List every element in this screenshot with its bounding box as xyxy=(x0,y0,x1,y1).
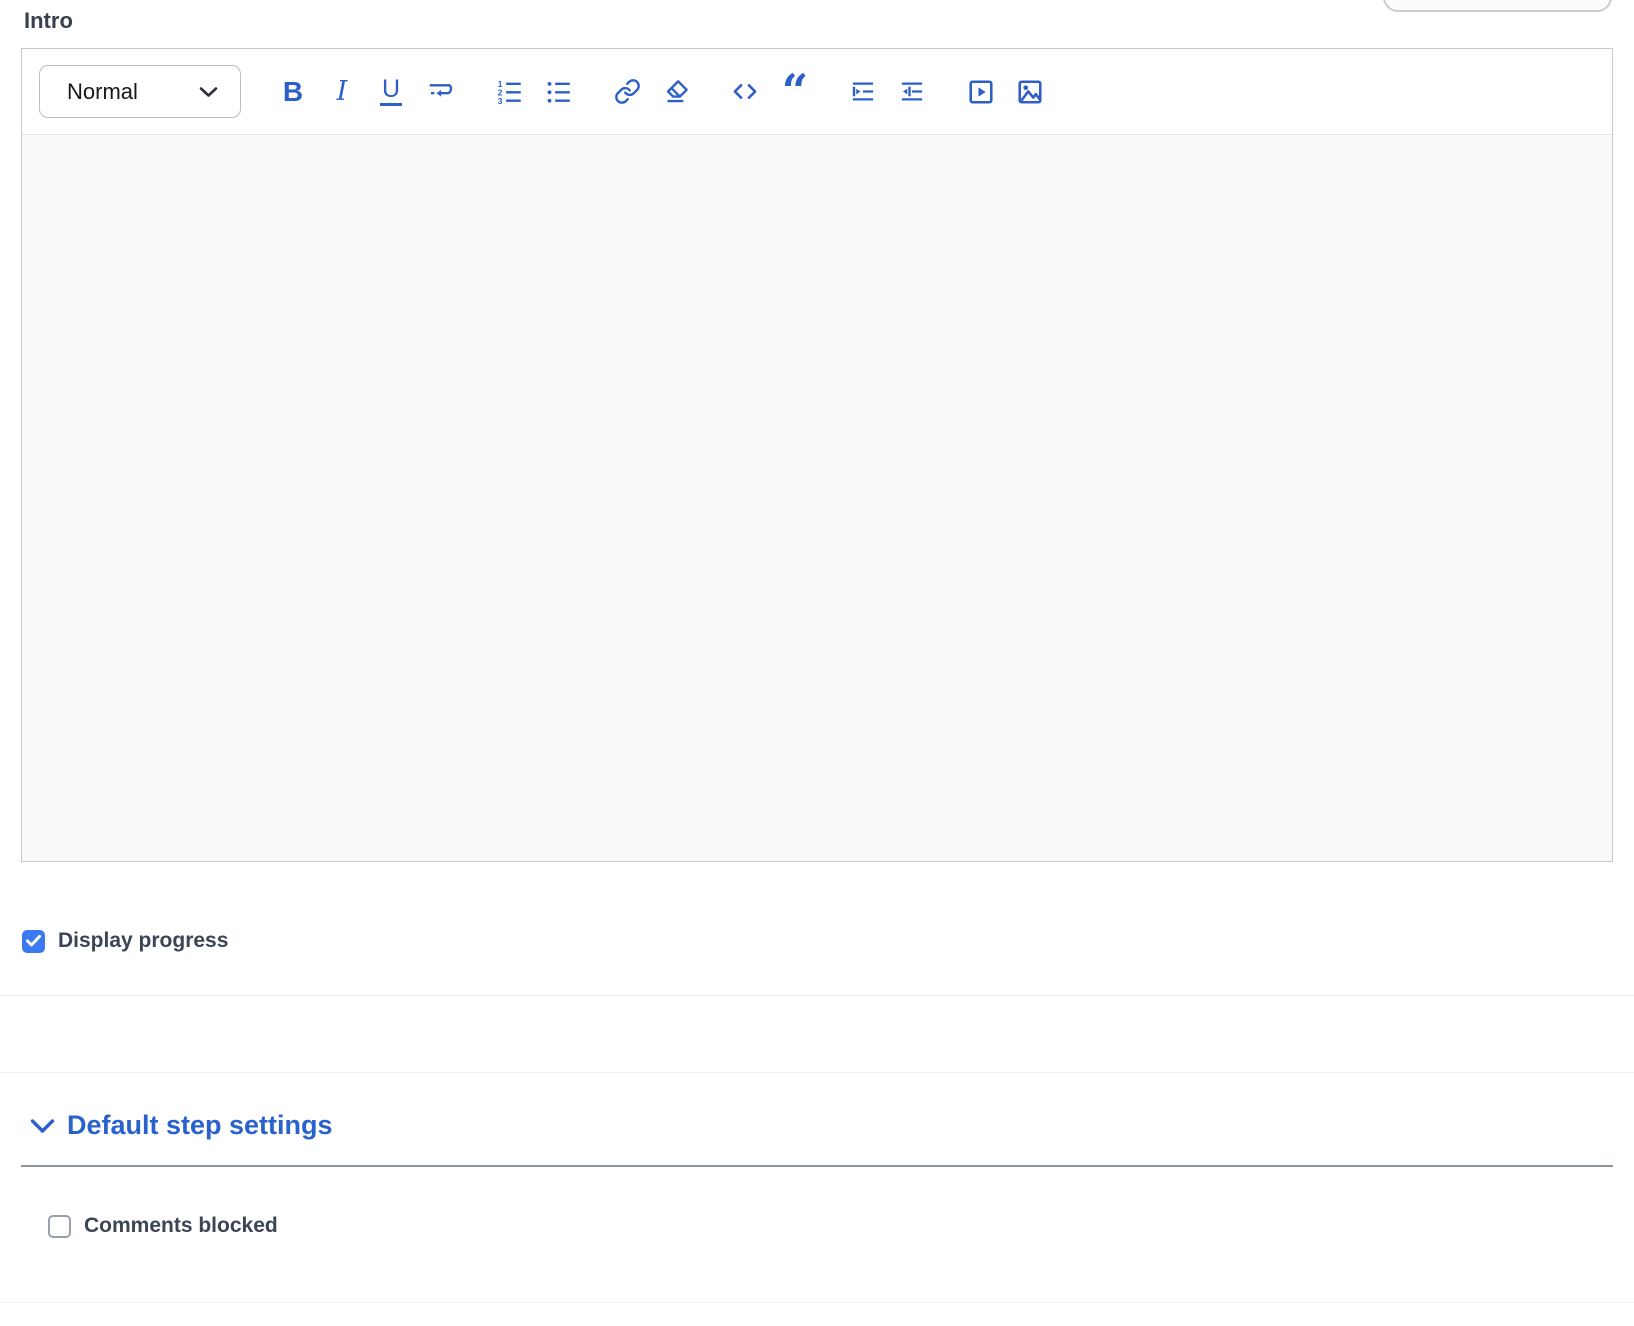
comments-blocked-label: Comments blocked xyxy=(84,1214,278,1238)
page: Intro Normal B I U xyxy=(0,0,1634,1326)
svg-text:3: 3 xyxy=(497,96,502,105)
link-icon[interactable] xyxy=(610,75,644,109)
default-step-settings-toggle[interactable]: Default step settings xyxy=(30,1110,333,1141)
heading-underline-divider xyxy=(21,1165,1613,1167)
section-divider xyxy=(0,1072,1634,1073)
paragraph-style-value: Normal xyxy=(67,79,138,105)
comments-blocked-checkbox[interactable] xyxy=(48,1215,71,1238)
line-break-icon[interactable] xyxy=(423,75,457,109)
indent-icon[interactable] xyxy=(846,75,880,109)
intro-field-label: Intro xyxy=(24,8,73,34)
chevron-down-icon xyxy=(199,86,218,98)
image-icon[interactable] xyxy=(1013,75,1047,109)
comments-blocked-row: Comments blocked xyxy=(48,1214,278,1238)
default-step-settings-heading: Default step settings xyxy=(67,1110,333,1141)
partial-button-top-right[interactable] xyxy=(1383,0,1612,12)
editor-toolbar: Normal B I U xyxy=(22,49,1612,134)
section-divider xyxy=(0,995,1634,996)
bullet-list-icon[interactable] xyxy=(541,75,575,109)
display-progress-checkbox[interactable] xyxy=(22,930,45,953)
italic-icon[interactable]: I xyxy=(325,75,359,109)
rich-text-editor: Normal B I U xyxy=(21,48,1613,862)
bottom-divider xyxy=(0,1302,1634,1303)
ordered-list-icon[interactable]: 1 2 3 xyxy=(492,75,526,109)
blockquote-icon[interactable]: “ xyxy=(777,75,811,109)
remove-format-icon[interactable] xyxy=(659,75,693,109)
editor-content-area[interactable] xyxy=(22,135,1612,861)
display-progress-row: Display progress xyxy=(22,929,228,953)
outdent-icon[interactable] xyxy=(895,75,929,109)
chevron-down-icon xyxy=(30,1118,55,1134)
bold-icon[interactable]: B xyxy=(276,75,310,109)
underline-icon[interactable]: U xyxy=(374,75,408,109)
display-progress-label: Display progress xyxy=(58,929,228,953)
media-icon[interactable] xyxy=(964,75,998,109)
code-icon[interactable] xyxy=(728,75,762,109)
paragraph-style-dropdown[interactable]: Normal xyxy=(39,65,241,118)
